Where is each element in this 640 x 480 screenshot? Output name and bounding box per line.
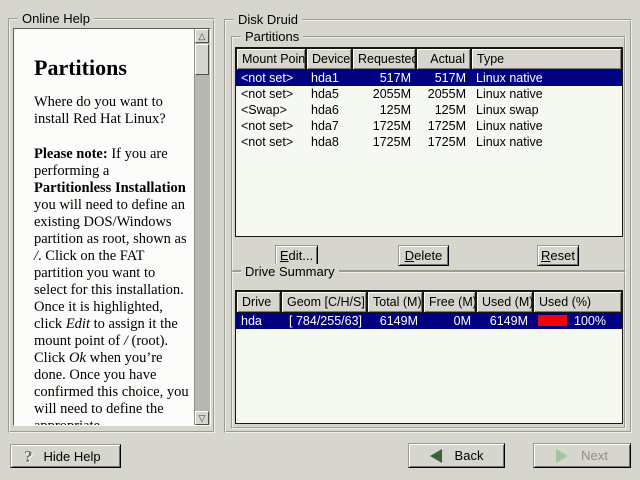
help-title: Partitions <box>34 59 189 76</box>
drive-summary-frame-label: Drive Summary <box>241 264 339 279</box>
help-paragraph-intro: Where do you want to install Red Hat Lin… <box>34 94 189 128</box>
table-row[interactable]: <not set>hda52055M2055MLinux native <box>236 86 622 102</box>
column-header[interactable]: Geom [C/H/S] <box>281 291 367 313</box>
table-cell: 6149M <box>367 313 423 329</box>
table-row[interactable]: <not set>hda71725M1725MLinux native <box>236 118 622 134</box>
column-header[interactable]: Mount Point <box>236 48 306 70</box>
table-cell: 517M <box>352 70 416 86</box>
partitions-table-header: Mount PointDeviceRequestedActualType <box>236 48 622 70</box>
reset-button[interactable]: Reset <box>537 245 579 266</box>
table-cell: hda1 <box>306 70 352 86</box>
table-cell: hda5 <box>306 86 352 102</box>
next-arrow-icon <box>556 449 568 463</box>
next-button-label: Next <box>581 448 608 463</box>
column-header[interactable]: Used (%) <box>533 291 622 313</box>
table-cell: 1725M <box>416 134 471 150</box>
back-arrow-icon <box>430 449 442 463</box>
table-cell: <not set> <box>236 134 306 150</box>
delete-button-label: Delete <box>405 248 443 263</box>
scroll-down-button[interactable]: ▽ <box>195 411 209 425</box>
partitions-frame-label: Partitions <box>241 29 303 44</box>
table-cell: 125M <box>416 102 471 118</box>
partitions-table-body: <not set>hda1517M517MLinux native<not se… <box>236 70 622 150</box>
drive-summary-table: DriveGeom [C/H/S]Total (M)Free (M)Used (… <box>235 290 623 424</box>
table-cell: 125M <box>352 102 416 118</box>
column-header[interactable]: Used (M) <box>476 291 533 313</box>
table-cell: 517M <box>416 70 471 86</box>
help-scrollbar[interactable]: △ ▽ <box>194 29 210 425</box>
table-cell: 2055M <box>352 86 416 102</box>
edit-button[interactable]: Edit... <box>275 245 318 266</box>
disk-druid-frame-label: Disk Druid <box>234 12 302 27</box>
drive-summary-table-header: DriveGeom [C/H/S]Total (M)Free (M)Used (… <box>236 291 622 313</box>
table-cell: 2055M <box>416 86 471 102</box>
installer-screen: Online Help Partitions Where do you want… <box>0 0 640 480</box>
back-button-label: Back <box>455 448 484 463</box>
online-help-frame-label: Online Help <box>18 11 94 26</box>
table-cell: Linux native <box>471 70 622 86</box>
table-cell: 1725M <box>416 118 471 134</box>
table-cell: hda7 <box>306 118 352 134</box>
help-content: Partitions Where do you want to install … <box>14 29 195 425</box>
question-mark-icon: ? <box>24 448 33 465</box>
table-row[interactable]: hda[ 784/255/63]6149M0M6149M100% <box>236 313 622 329</box>
help-paragraph-body: Please note: If you are performing a Par… <box>34 146 189 425</box>
table-row[interactable]: <not set>hda1517M517MLinux native <box>236 70 622 86</box>
table-cell: hda <box>236 313 281 329</box>
table-cell: Linux swap <box>471 102 622 118</box>
scroll-up-button[interactable]: △ <box>195 29 209 43</box>
disk-druid-panel: Disk Druid Partitions Mount PointDeviceR… <box>224 19 632 433</box>
table-cell: 1725M <box>352 134 416 150</box>
drive-summary-table-body: hda[ 784/255/63]6149M0M6149M100% <box>236 313 622 329</box>
table-cell: 1725M <box>352 118 416 134</box>
column-header[interactable]: Free (M) <box>423 291 476 313</box>
partitions-group: Partitions Mount PointDeviceRequestedAct… <box>231 36 626 272</box>
column-header[interactable]: Drive <box>236 291 281 313</box>
table-cell: <not set> <box>236 70 306 86</box>
table-cell: <not set> <box>236 86 306 102</box>
back-button[interactable]: Back <box>408 443 505 468</box>
online-help-panel: Online Help Partitions Where do you want… <box>8 18 215 433</box>
column-header[interactable]: Total (M) <box>367 291 423 313</box>
help-viewport: Partitions Where do you want to install … <box>13 28 211 426</box>
partitions-table: Mount PointDeviceRequestedActualType <no… <box>235 47 623 237</box>
table-row[interactable]: <Swap>hda6125M125MLinux swap <box>236 102 622 118</box>
table-cell: Linux native <box>471 86 622 102</box>
used-percent-bar <box>538 315 567 326</box>
reset-button-label: Reset <box>541 248 575 263</box>
column-header[interactable]: Actual <box>416 48 471 70</box>
table-cell: 0M <box>423 313 476 329</box>
table-cell: hda8 <box>306 134 352 150</box>
hide-help-button-label: Hide Help <box>44 449 101 464</box>
table-cell: <Swap> <box>236 102 306 118</box>
table-cell: 100% <box>533 313 622 329</box>
column-header[interactable]: Requested <box>352 48 416 70</box>
scroll-down-icon: ▽ <box>199 413 206 423</box>
table-cell: Linux native <box>471 134 622 150</box>
table-row[interactable]: <not set>hda81725M1725MLinux native <box>236 134 622 150</box>
table-cell: <not set> <box>236 118 306 134</box>
column-header[interactable]: Device <box>306 48 352 70</box>
delete-button[interactable]: Delete <box>398 245 449 266</box>
scroll-up-icon: △ <box>199 31 206 41</box>
table-cell: 6149M <box>476 313 533 329</box>
edit-button-label: Edit... <box>280 248 313 263</box>
table-cell: hda6 <box>306 102 352 118</box>
table-cell: [ 784/255/63] <box>281 313 367 329</box>
scrollbar-thumb[interactable] <box>195 44 209 75</box>
next-button[interactable]: Next <box>533 443 631 468</box>
column-header[interactable]: Type <box>471 48 622 70</box>
drive-summary-group: Drive Summary DriveGeom [C/H/S]Total (M)… <box>231 271 626 429</box>
hide-help-button[interactable]: ? Hide Help <box>10 444 121 468</box>
table-cell: Linux native <box>471 118 622 134</box>
